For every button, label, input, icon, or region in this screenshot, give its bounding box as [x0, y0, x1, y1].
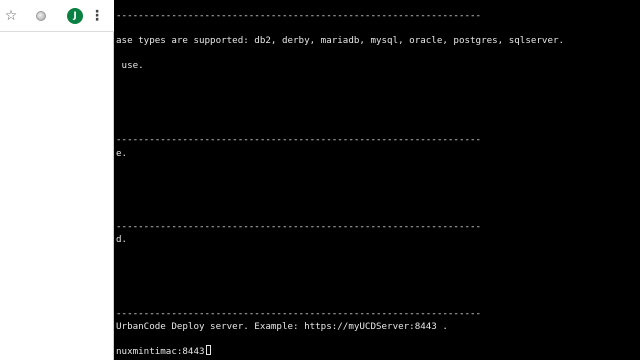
extension-icon[interactable]	[32, 7, 50, 25]
separator-line: ----------------------------------------…	[116, 221, 482, 232]
prompt-default-value: nuxmintimac:8443	[116, 346, 205, 357]
terminal-line: d.	[116, 234, 128, 245]
separator-line: ----------------------------------------…	[116, 134, 482, 145]
bookmark-star-icon[interactable]: ☆	[2, 7, 20, 25]
browser-toolbar: ☆ J ⋮	[0, 0, 114, 32]
terminal-line: ase types are supported: db2, derby, mar…	[116, 35, 565, 46]
browser-window: ☆ J ⋮	[0, 0, 114, 360]
terminal-line: use.	[116, 60, 144, 71]
terminal-prompt[interactable]: nuxmintimac:8443	[116, 345, 211, 357]
profile-avatar-icon[interactable]: J	[66, 7, 84, 25]
terminal-window[interactable]: ----------------------------------------…	[115, 0, 640, 360]
terminal-line: UrbanCode Deploy server. Example: https:…	[116, 321, 448, 332]
avatar-letter: J	[67, 8, 83, 24]
browser-menu-icon[interactable]: ⋮	[90, 7, 104, 25]
separator-line: ----------------------------------------…	[116, 10, 482, 21]
terminal-cursor	[205, 345, 211, 355]
separator-line: ----------------------------------------…	[116, 308, 482, 319]
terminal-line: e.	[116, 148, 128, 159]
